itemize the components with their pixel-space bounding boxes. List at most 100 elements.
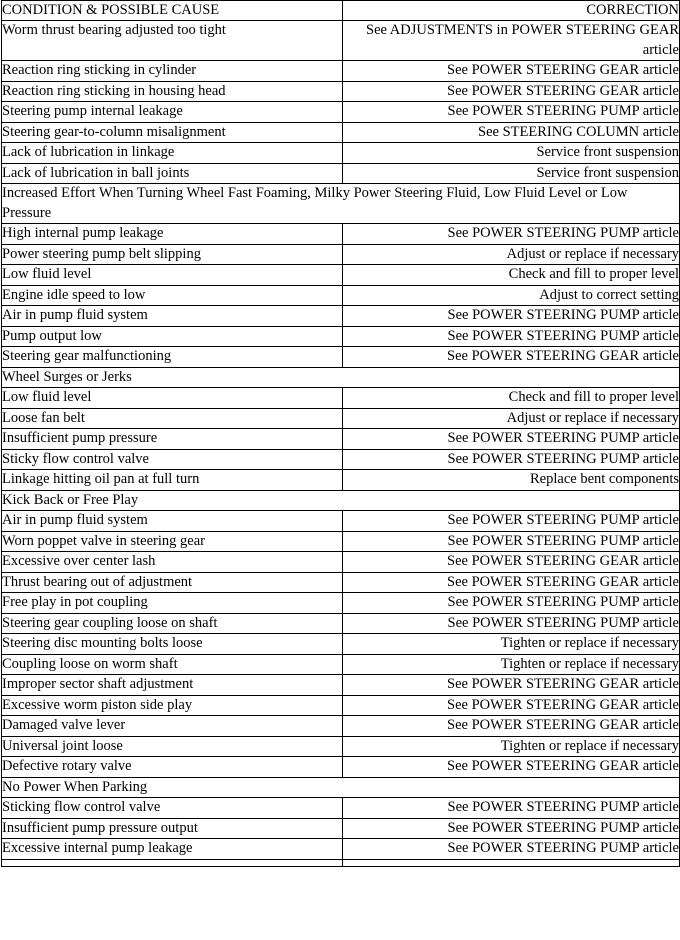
cell-condition: Universal joint loose <box>1 735 343 757</box>
cell-condition: Air in pump fluid system <box>1 305 343 327</box>
cell-correction: See POWER STEERING GEAR article <box>342 715 680 737</box>
section-title: No Power When Parking <box>1 776 680 798</box>
section-header-row: Wheel Surges or Jerks <box>1 366 680 388</box>
cell-correction: See POWER STEERING PUMP article <box>342 838 680 860</box>
table-row: Coupling loose on worm shaft Tighten or r… <box>1 653 680 675</box>
table-row: Damaged valve lever See POWER STEERING GE… <box>1 715 680 737</box>
cell-correction: See POWER STEERING PUMP article <box>342 305 680 327</box>
cell-condition: Air in pump fluid system <box>1 510 343 532</box>
table-row: Steering pump internal leakage See POWER … <box>1 101 680 123</box>
cell-condition: Power steering pump belt slipping <box>1 243 343 265</box>
cell-correction: See POWER STEERING PUMP article <box>342 817 680 839</box>
cell-condition: Steering pump internal leakage <box>1 101 343 123</box>
cell-correction: See POWER STEERING PUMP article <box>342 797 680 819</box>
cell-correction: See POWER STEERING GEAR article <box>342 674 680 696</box>
cell-condition: Loose fan belt <box>1 407 343 429</box>
cell-condition: Worn poppet valve in steering gear <box>1 530 343 552</box>
cell-correction: See POWER STEERING GEAR article <box>342 571 680 593</box>
cell-condition: Pump output low <box>1 325 343 347</box>
table-row: Reaction ring sticking in cylinder See PO… <box>1 60 680 82</box>
table-row: Air in pump fluid system See POWER STEERI… <box>1 305 680 327</box>
cell-condition: Steering disc mounting bolts loose <box>1 633 343 655</box>
section-title: Kick Back or Free Play <box>1 489 680 511</box>
cell-correction: Check and fill to proper level <box>342 387 680 409</box>
table-row: Low fluid level Check and fill to proper … <box>1 387 680 409</box>
cell-correction: Tighten or replace if necessary <box>342 653 680 675</box>
table-row: Linkage hitting oil pan at full turn Repl… <box>1 469 680 491</box>
cell-correction: See POWER STEERING PUMP article <box>342 223 680 245</box>
cell-condition: Excessive internal pump leakage <box>1 838 343 860</box>
table-row: Excessive over center lash See POWER STEE… <box>1 551 680 573</box>
cell-correction: See POWER STEERING PUMP article <box>342 530 680 552</box>
cell-condition: Insufficient pump pressure <box>1 428 343 450</box>
cell-correction: See POWER STEERING GEAR article <box>342 551 680 573</box>
table-row: Excessive internal pump leakage See POWER… <box>1 838 680 860</box>
cell-correction: See POWER STEERING PUMP article <box>342 325 680 347</box>
cell-condition: Steering gear malfunctioning <box>1 346 343 368</box>
table-row: Sticking flow control valve See POWER STE… <box>1 797 680 819</box>
section-title: Wheel Surges or Jerks <box>1 366 680 388</box>
cell-correction: See POWER STEERING PUMP article <box>342 592 680 614</box>
cell-condition: Sticking flow control valve <box>1 797 343 819</box>
cell-correction: Tighten or replace if necessary <box>342 735 680 757</box>
column-header-correction: CORRECTION <box>342 0 680 21</box>
table-row: Low fluid level Check and fill to proper … <box>1 264 680 286</box>
cell-correction: Adjust or replace if necessary <box>342 243 680 265</box>
cell-correction: Adjust to correct setting <box>342 284 680 306</box>
cell-condition <box>1 858 343 867</box>
cell-correction: Service front suspension <box>342 162 680 184</box>
cell-correction: Replace bent components <box>342 469 680 491</box>
cell-condition: Excessive worm piston side play <box>1 694 343 716</box>
table-body: Worm thrust bearing adjusted too tight Se… <box>1 20 680 867</box>
table-row: Lack of lubrication in linkage Service fr… <box>1 142 680 164</box>
table-row: Excessive worm piston side play See POWER… <box>1 694 680 716</box>
cell-condition: High internal pump leakage <box>1 223 343 245</box>
table-row: Steering disc mounting bolts loose Tighte… <box>1 633 680 655</box>
table-row: High internal pump leakage See POWER STEE… <box>1 223 680 245</box>
section-header-row: Increased Effort When Turning Wheel Fast… <box>1 183 680 224</box>
troubleshooting-table: CONDITION & POSSIBLE CAUSE CORRECTION Wo… <box>1 0 680 867</box>
table-row: Worm thrust bearing adjusted too tight Se… <box>1 20 680 61</box>
cell-condition: Linkage hitting oil pan at full turn <box>1 469 343 491</box>
cell-condition: Free play in pot coupling <box>1 592 343 614</box>
table-row: Reaction ring sticking in housing head Se… <box>1 80 680 102</box>
cell-condition: Steering gear coupling loose on shaft <box>1 612 343 634</box>
cell-correction: See POWER STEERING GEAR article <box>342 346 680 368</box>
table-row: Insufficient pump pressure See POWER STEE… <box>1 428 680 450</box>
table-row: Power steering pump belt slipping Adjust … <box>1 243 680 265</box>
cell-condition: Damaged valve lever <box>1 715 343 737</box>
cell-correction <box>342 858 680 867</box>
cell-correction: See POWER STEERING PUMP article <box>342 428 680 450</box>
table-row: Worn poppet valve in steering gear See PO… <box>1 530 680 552</box>
table-header-row: CONDITION & POSSIBLE CAUSE CORRECTION <box>1 0 680 21</box>
section-header-row: No Power When Parking <box>1 776 680 798</box>
table-row-partial <box>1 858 680 867</box>
cell-correction: Adjust or replace if necessary <box>342 407 680 429</box>
cell-condition: Defective rotary valve <box>1 756 343 778</box>
cell-correction: Check and fill to proper level <box>342 264 680 286</box>
cell-correction: See POWER STEERING PUMP article <box>342 101 680 123</box>
cell-condition: Engine idle speed to low <box>1 284 343 306</box>
table-row: Sticky flow control valve See POWER STEER… <box>1 448 680 470</box>
table-row: Defective rotary valve See POWER STEERING… <box>1 756 680 778</box>
cell-correction: Service front suspension <box>342 142 680 164</box>
table-row: Pump output low See POWER STEERING PUMP a… <box>1 325 680 347</box>
section-header-row: Kick Back or Free Play <box>1 489 680 511</box>
cell-correction: See POWER STEERING PUMP article <box>342 510 680 532</box>
cell-correction: Tighten or replace if necessary <box>342 633 680 655</box>
cell-condition: Worm thrust bearing adjusted too tight <box>1 20 343 61</box>
cell-correction: See STEERING COLUMN article <box>342 121 680 143</box>
cell-condition: Low fluid level <box>1 387 343 409</box>
cell-condition: Insufficient pump pressure output <box>1 817 343 839</box>
cell-condition: Thrust bearing out of adjustment <box>1 571 343 593</box>
cell-condition: Reaction ring sticking in housing head <box>1 80 343 102</box>
cell-condition: Excessive over center lash <box>1 551 343 573</box>
table-row: Thrust bearing out of adjustment See POWE… <box>1 571 680 593</box>
cell-condition: Low fluid level <box>1 264 343 286</box>
table-row: Improper sector shaft adjustment See POWE… <box>1 674 680 696</box>
cell-correction: See POWER STEERING GEAR article <box>342 756 680 778</box>
table-header: CONDITION & POSSIBLE CAUSE CORRECTION <box>1 0 680 21</box>
cell-correction: See POWER STEERING GEAR article <box>342 80 680 102</box>
cell-condition: Steering gear-to-column misalignment <box>1 121 343 143</box>
cell-condition: Reaction ring sticking in cylinder <box>1 60 343 82</box>
